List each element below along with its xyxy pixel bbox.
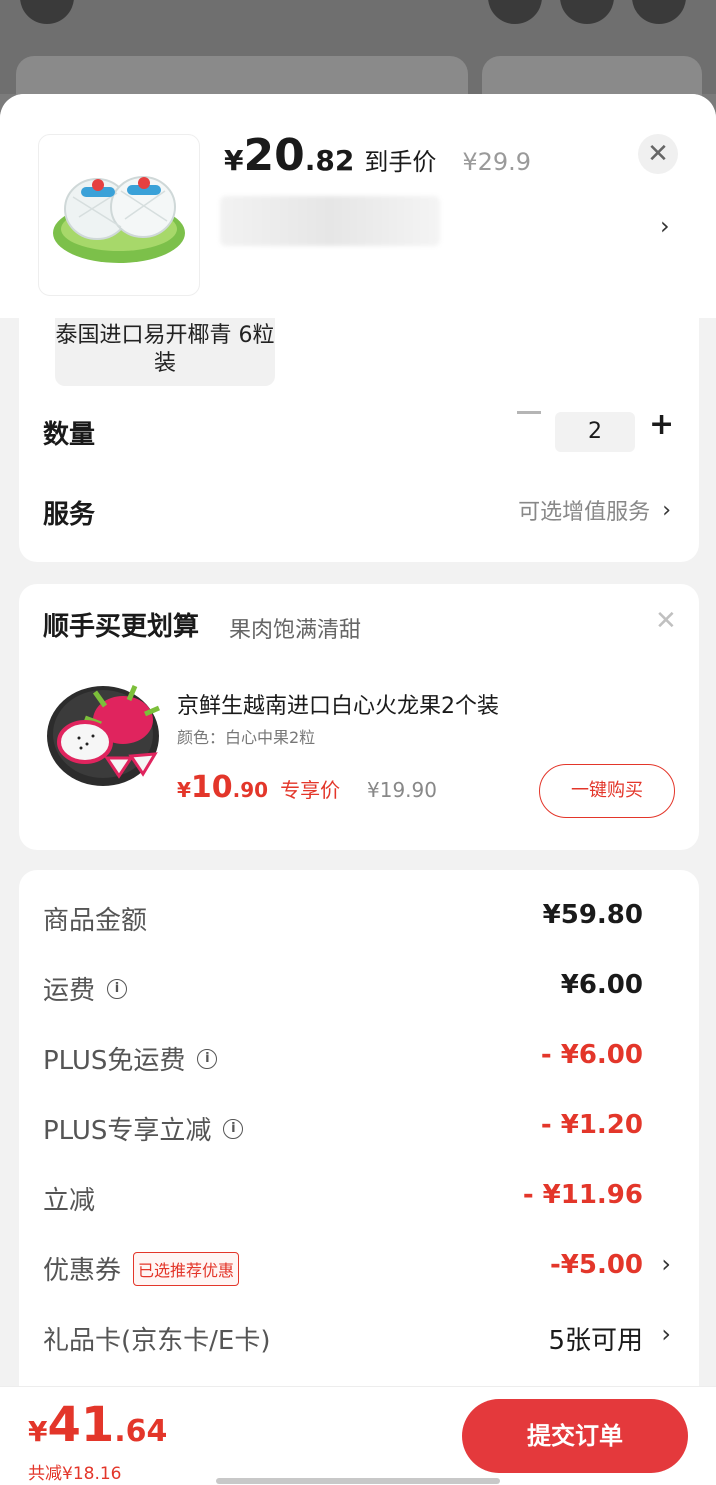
coupon-recommended-tag: 已选推荐优惠 [133, 1251, 240, 1286]
quantity-increase-button[interactable]: + [649, 410, 674, 440]
total-integer: 41 [47, 1397, 115, 1453]
close-icon: ✕ [647, 139, 669, 169]
price-decimal: .82 [304, 144, 355, 177]
plus-discount-text: PLUS专享立减 [43, 1116, 212, 1146]
quantity-label: 数量 [43, 420, 96, 450]
product-thumbnail [38, 134, 200, 296]
goods-amount-label: 商品金额 [43, 900, 147, 937]
plus-free-shipping-text: PLUS免运费 [43, 1046, 186, 1076]
home-indicator [216, 1478, 500, 1484]
chevron-right-icon[interactable]: › [661, 1320, 671, 1348]
blurred-promo-text [220, 196, 440, 246]
dragon-fruit-image[interactable] [45, 684, 161, 788]
coupon-text: 优惠券 [43, 1256, 122, 1286]
quantity-decrease-button[interactable] [517, 411, 541, 414]
recommend-price: ¥ 10 .90 专享价 [177, 770, 340, 805]
total-decimal: .64 [114, 1414, 168, 1449]
info-icon[interactable]: i [223, 1118, 244, 1139]
checkout-bar: ¥ 41 .64 共减¥18.16 提交订单 [0, 1386, 716, 1485]
service-selector[interactable]: 可选增值服务 › [518, 494, 671, 526]
recommend-price-decimal: .90 [232, 778, 269, 802]
total-price: ¥ 41 .64 [28, 1397, 167, 1453]
plus-discount-value: - ¥1.20 [540, 1110, 643, 1140]
goods-amount-value: ¥59.80 [542, 900, 643, 930]
total-currency: ¥ [28, 1415, 48, 1448]
gift-card-value[interactable]: 5张可用 [548, 1320, 643, 1357]
plus-discount-label: PLUS专享立减 i [43, 1110, 244, 1147]
chevron-right-icon: › [662, 497, 671, 523]
order-options-card: 泰国进口易开椰青 6粒装 数量 2 + 服务 可选增值服务 › [19, 318, 699, 562]
quantity-input[interactable]: 2 [555, 412, 635, 452]
gift-card-label[interactable]: 礼品卡(京东卡/E卡) [43, 1320, 270, 1357]
chevron-right-icon[interactable]: › [661, 1250, 671, 1278]
service-label: 服务 [43, 500, 96, 530]
plus-free-shipping-label: PLUS免运费 i [43, 1040, 218, 1077]
recommend-price-currency: ¥ [177, 778, 191, 802]
info-icon[interactable]: i [107, 978, 128, 999]
coupon-value[interactable]: -¥5.00 [550, 1250, 643, 1280]
close-button[interactable]: ✕ [638, 134, 678, 174]
spec-option[interactable]: 泰国进口易开椰青 6粒装 [55, 318, 275, 386]
service-value: 可选增值服务 [518, 500, 651, 525]
discount-label: 立减 [43, 1180, 95, 1217]
goods-amount-text: 商品金额 [43, 906, 148, 936]
discount-value: - ¥11.96 [522, 1180, 643, 1210]
shipping-text: 运费 [43, 976, 96, 1006]
recommend-price-integer: 10 [190, 770, 233, 805]
shipping-label: 运费 i [43, 970, 128, 1007]
order-sheet: ¥ 20 .82 到手价 ¥29.9 ✕ › 泰国进口易开椰青 6粒装 数量 2… [0, 94, 716, 1484]
recommend-card: 顺手买更划算 果肉饱满清甜 ✕ 京鲜生越南进口白心火龙果2个装 颜色：白心中果2… [19, 584, 699, 850]
price-description: 到手价 [364, 148, 437, 176]
price-row: ¥ 20 .82 到手价 ¥29.9 [224, 130, 531, 181]
price-currency: ¥ [224, 144, 244, 177]
submit-order-button[interactable]: 提交订单 [462, 1399, 688, 1473]
total-saved: 共减¥18.16 [28, 1464, 122, 1484]
shipping-value: ¥6.00 [560, 970, 643, 1000]
one-click-buy-button[interactable]: 一键购买 [539, 764, 675, 818]
recommend-title: 顺手买更划算 [43, 612, 200, 642]
recommend-subtitle: 果肉饱满清甜 [229, 618, 362, 643]
recommend-item-name[interactable]: 京鲜生越南进口白心火龙果2个装 [177, 688, 499, 720]
discount-text: 立减 [43, 1186, 96, 1216]
info-icon[interactable]: i [197, 1048, 218, 1069]
recommend-close-icon[interactable]: ✕ [655, 606, 677, 636]
recommend-price-tag: 专享价 [280, 778, 341, 802]
chevron-right-icon[interactable]: › [660, 212, 670, 240]
recommend-item-color: 颜色：白心中果2粒 [177, 728, 316, 747]
original-price: ¥29.9 [462, 148, 532, 176]
recommend-original-price: ¥19.90 [367, 778, 437, 802]
price-integer: 20 [243, 130, 305, 181]
coupon-label[interactable]: 优惠券 已选推荐优惠 [43, 1250, 240, 1287]
product-header: ¥ 20 .82 到手价 ¥29.9 ✕ › [0, 94, 716, 318]
plus-free-shipping-value: - ¥6.00 [540, 1040, 643, 1070]
gift-card-text: 礼品卡(京东卡/E卡) [43, 1326, 271, 1356]
